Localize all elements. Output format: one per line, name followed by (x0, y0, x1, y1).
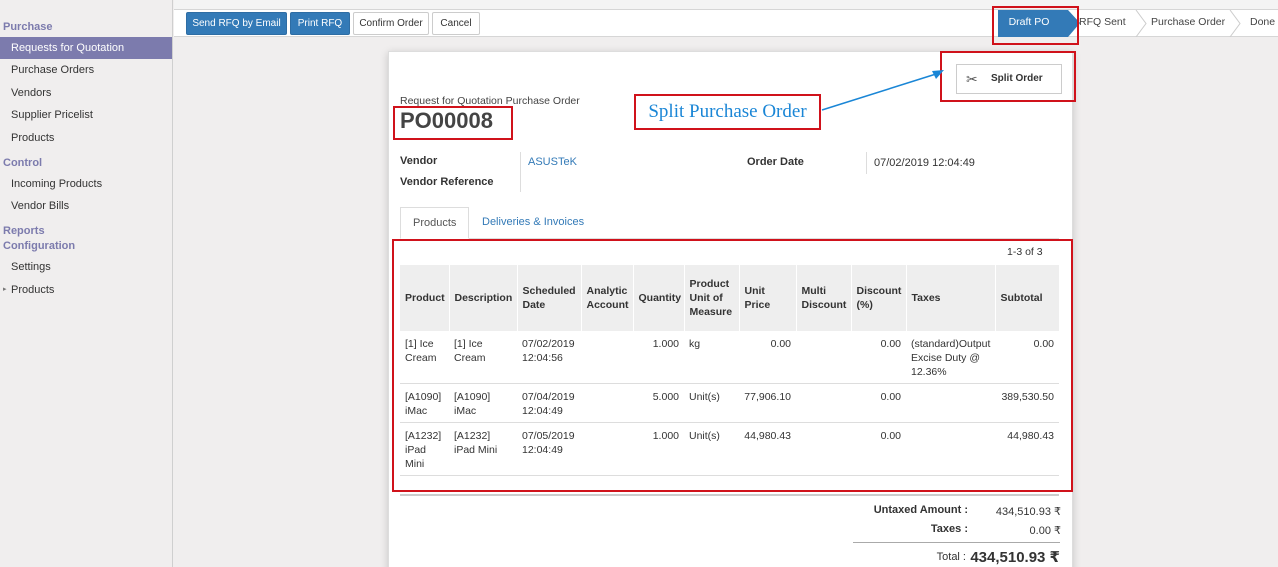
field-divider (866, 152, 867, 174)
sidebar-item-vendor-bills[interactable]: Vendor Bills (0, 195, 172, 217)
order-date-field[interactable]: 07/02/2019 12:04:49 (874, 157, 975, 169)
sidebar-item-supplier-pricelist[interactable]: Supplier Pricelist (0, 104, 172, 126)
cancel-button[interactable]: Cancel (432, 12, 480, 35)
taxes-value: 0.00 ₹ (1029, 525, 1061, 537)
sidebar-section-configuration: Configuration (3, 240, 76, 252)
title-highlight-box (393, 106, 513, 140)
chevron-right-icon (1229, 10, 1241, 37)
sidebar: Purchase Requests for Quotation Purchase… (0, 0, 173, 567)
confirm-order-button[interactable]: Confirm Order (353, 12, 429, 35)
sidebar-item-settings[interactable]: Settings (0, 256, 172, 278)
vendor-field[interactable]: ASUSTeK (528, 156, 577, 168)
split-highlight-box (940, 51, 1076, 102)
stage-done[interactable]: Done (1250, 10, 1278, 37)
sidebar-item-products[interactable]: Products (0, 127, 172, 149)
order-date-label: Order Date (747, 156, 804, 168)
taxes-label: Taxes : (930, 523, 968, 535)
totals-divider (853, 542, 1060, 543)
vendor-reference-field[interactable] (528, 176, 728, 190)
send-rfq-email-button[interactable]: Send RFQ by Email (186, 12, 287, 35)
print-rfq-button[interactable]: Print RFQ (290, 12, 350, 35)
stage-purchase-order[interactable]: Purchase Order (1151, 10, 1227, 37)
sidebar-item-config-products[interactable]: ▸ Products (0, 279, 172, 301)
sidebar-section-reports[interactable]: Reports (0, 225, 45, 237)
untaxed-amount-value: 434,510.93 ₹ (995, 506, 1061, 518)
annotation-arrow-icon (821, 70, 944, 111)
status-highlight-box (992, 6, 1079, 45)
sidebar-item-purchase-orders[interactable]: Purchase Orders (0, 59, 172, 81)
tab-products[interactable]: Products (400, 207, 470, 239)
sidebar-item-vendors[interactable]: Vendors (0, 82, 172, 104)
sidebar-section-purchase: Purchase (3, 21, 53, 33)
table-highlight-box (392, 239, 1073, 492)
top-strip (174, 0, 1278, 10)
stage-rfq-sent[interactable]: RFQ Sent (1079, 10, 1134, 37)
vendor-reference-label: Vendor Reference (400, 176, 494, 188)
sidebar-item-incoming-products[interactable]: Incoming Products (0, 173, 172, 195)
total-value: 434,510.93 ₹ (970, 549, 1060, 566)
total-label: Total : (936, 551, 966, 563)
control-panel: Send RFQ by Email Print RFQ Confirm Orde… (174, 10, 1278, 37)
field-divider (520, 152, 521, 192)
annotation-callout: Split Purchase Order (634, 94, 821, 130)
tab-deliveries-invoices[interactable]: Deliveries & Invoices (470, 207, 596, 239)
vendor-label: Vendor (400, 155, 438, 167)
sidebar-section-control: Control (3, 157, 43, 169)
sidebar-item-requests-for-quotation[interactable]: Requests for Quotation (0, 37, 172, 59)
caret-right-icon: ▸ (3, 286, 7, 293)
untaxed-amount-label: Untaxed Amount : (873, 504, 968, 516)
sidebar-item-label: Products (11, 284, 55, 296)
chevron-right-icon (1135, 10, 1147, 37)
